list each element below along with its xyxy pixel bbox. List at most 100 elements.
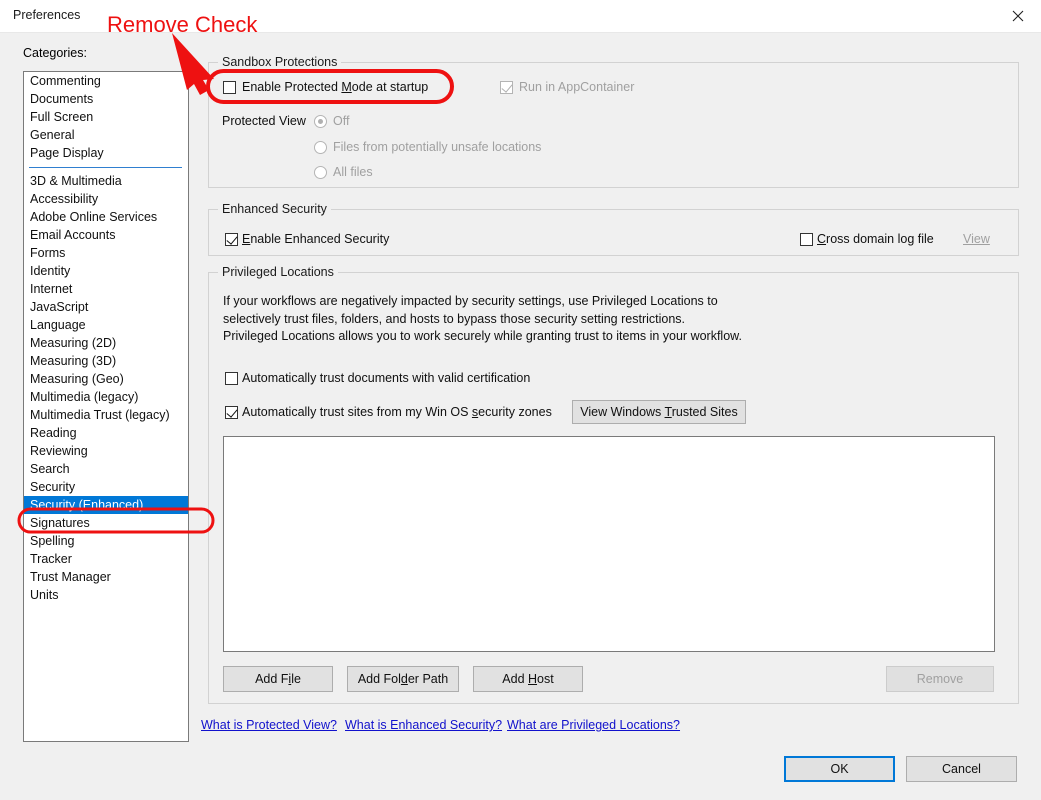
protected-view-option-all-files: All files <box>314 165 373 179</box>
sidebar-item-tracker[interactable]: Tracker <box>24 550 188 568</box>
enable-protected-mode-row[interactable]: Enable Protected Mode at startup <box>223 80 428 94</box>
protected-view-label: Protected View <box>222 114 306 128</box>
sidebar-item-email-accounts[interactable]: Email Accounts <box>24 226 188 244</box>
annotation-text: Remove Check <box>107 12 258 37</box>
privileged-locations-description: If your workflows are negatively impacte… <box>223 294 742 343</box>
sidebar-item-label: Multimedia Trust (legacy) <box>30 408 170 422</box>
enable-protected-mode-checkbox[interactable] <box>223 80 236 94</box>
close-button[interactable] <box>995 0 1041 31</box>
sidebar-item-label: Measuring (3D) <box>30 354 117 368</box>
sidebar-item-internet[interactable]: Internet <box>24 280 188 298</box>
help-link-enhanced-security[interactable]: What is Enhanced Security? <box>345 718 502 732</box>
sidebar-item-label: Reviewing <box>30 444 88 458</box>
sidebar-item-label: Tracker <box>30 552 72 566</box>
protected-view-option-off: Off <box>314 114 349 128</box>
protected-view-option-unsafe-locations: Files from potentially unsafe locations <box>314 140 541 154</box>
view-windows-trusted-sites-label: View Windows Trusted Sites <box>580 405 738 419</box>
cross-domain-log-file-checkbox[interactable] <box>800 232 813 246</box>
sidebar-item-label: Documents <box>30 92 94 106</box>
sidebar-item-search[interactable]: Search <box>24 460 188 478</box>
enhanced-security-title: Enhanced Security <box>218 202 331 216</box>
sidebar-item-label: Commenting <box>30 74 101 88</box>
enable-enhanced-security-row[interactable]: Enable Enhanced Security <box>225 232 389 246</box>
sidebar-item-label: Email Accounts <box>30 228 116 242</box>
trust-os-security-zones-row[interactable]: Automatically trust sites from my Win OS… <box>225 405 552 419</box>
sidebar-item-spelling[interactable]: Spelling <box>24 532 188 550</box>
cross-domain-log-file-row[interactable]: Cross domain log file <box>800 232 934 246</box>
sidebar-item-multimedia-trust-legacy[interactable]: Multimedia Trust (legacy) <box>24 406 188 424</box>
sidebar-item-measuring-2d[interactable]: Measuring (2D) <box>24 334 188 352</box>
sidebar-item-measuring-geo[interactable]: Measuring (Geo) <box>24 370 188 388</box>
radio-all-files-label: All files <box>333 165 373 179</box>
cross-domain-log-file-label: Cross domain log file <box>817 232 934 246</box>
preferences-dialog: Preferences Categories: Commenting Docume… <box>0 0 1041 800</box>
add-folder-path-label: Add Folder Path <box>357 672 449 686</box>
sidebar-item-label: Trust Manager <box>30 570 111 584</box>
sidebar-item-language[interactable]: Language <box>24 316 188 334</box>
sidebar-item-label: Forms <box>30 246 66 260</box>
sidebar-item-javascript[interactable]: JavaScript <box>24 298 188 316</box>
view-log-link: View <box>963 232 990 246</box>
sidebar-item-commenting[interactable]: Commenting <box>24 72 188 90</box>
sidebar-item-label: Page Display <box>30 146 104 160</box>
add-file-label: Add File <box>255 672 301 686</box>
sidebar-item-label: Accessibility <box>30 192 99 206</box>
window-title: Preferences <box>13 8 81 22</box>
view-windows-trusted-sites-button[interactable]: View Windows Trusted Sites <box>572 400 746 424</box>
add-host-label: Add Host <box>502 672 554 686</box>
sidebar-item-label: Reading <box>30 426 77 440</box>
add-host-button[interactable]: Add Host <box>473 666 583 692</box>
sidebar-item-signatures[interactable]: Signatures <box>24 514 188 532</box>
sidebar-item-full-screen[interactable]: Full Screen <box>24 108 188 126</box>
remove-button: Remove <box>886 666 994 692</box>
sidebar-item-identity[interactable]: Identity <box>24 262 188 280</box>
sidebar-item-reading[interactable]: Reading <box>24 424 188 442</box>
categories-listbox[interactable]: Commenting Documents Full Screen General Pag… <box>23 71 189 742</box>
sidebar-item-documents[interactable]: Documents <box>24 90 188 108</box>
sidebar-item-label: Internet <box>30 282 73 296</box>
sidebar-item-label: Language <box>30 318 86 332</box>
sidebar-item-trust-manager[interactable]: Trust Manager <box>24 568 188 586</box>
trust-certified-documents-row[interactable]: Automatically trust documents with valid… <box>225 371 530 385</box>
sidebar-item-adobe-online-services[interactable]: Adobe Online Services <box>24 208 188 226</box>
run-in-appcontainer-label: Run in AppContainer <box>519 80 635 94</box>
sidebar-item-general[interactable]: General <box>24 126 188 144</box>
privileged-locations-listbox[interactable] <box>223 436 995 652</box>
sidebar-item-label: Measuring (Geo) <box>30 372 124 386</box>
sidebar-item-label: Full Screen <box>30 110 94 124</box>
radio-all-files <box>314 165 327 179</box>
help-link-privileged-locations[interactable]: What are Privileged Locations? <box>507 718 680 732</box>
sidebar-item-page-display[interactable]: Page Display <box>24 144 188 162</box>
radio-unsafe-locations <box>314 140 327 154</box>
sidebar-item-label: Multimedia (legacy) <box>30 390 139 404</box>
sidebar-item-units[interactable]: Units <box>24 586 188 604</box>
add-file-button[interactable]: Add File <box>223 666 333 692</box>
sidebar-item-reviewing[interactable]: Reviewing <box>24 442 188 460</box>
sidebar-item-security[interactable]: Security <box>24 478 188 496</box>
trust-certified-documents-checkbox[interactable] <box>225 371 238 385</box>
run-in-appcontainer-row: Run in AppContainer <box>500 80 634 94</box>
sidebar-item-multimedia-legacy[interactable]: Multimedia (legacy) <box>24 388 188 406</box>
sandbox-protections-title: Sandbox Protections <box>218 55 342 69</box>
run-in-appcontainer-checkbox <box>500 80 513 94</box>
trust-certified-documents-label: Automatically trust documents with valid… <box>242 371 531 385</box>
sidebar-item-accessibility[interactable]: Accessibility <box>24 190 188 208</box>
add-folder-path-button[interactable]: Add Folder Path <box>347 666 459 692</box>
sidebar-item-label: Signatures <box>30 516 90 530</box>
sidebar-item-forms[interactable]: Forms <box>24 244 188 262</box>
sidebar-item-label: Adobe Online Services <box>30 210 158 224</box>
sidebar-item-label: Spelling <box>30 534 75 548</box>
help-link-protected-view[interactable]: What is Protected View? <box>201 718 337 732</box>
sidebar-item-3d-multimedia[interactable]: 3D & Multimedia <box>24 172 188 190</box>
cancel-button[interactable]: Cancel <box>906 756 1017 782</box>
enable-enhanced-security-checkbox[interactable] <box>225 232 238 246</box>
radio-off-label: Off <box>333 114 350 128</box>
categories-separator <box>24 162 188 172</box>
ok-button[interactable]: OK <box>784 756 895 782</box>
enable-protected-mode-label: Enable Protected Mode at startup <box>242 80 429 94</box>
sidebar-item-label: Security (Enhanced) <box>30 498 144 512</box>
trust-os-security-zones-checkbox[interactable] <box>225 405 238 419</box>
sidebar-item-label: Search <box>30 462 70 476</box>
sidebar-item-measuring-3d[interactable]: Measuring (3D) <box>24 352 188 370</box>
sidebar-item-security-enhanced[interactable]: Security (Enhanced) <box>24 496 188 514</box>
